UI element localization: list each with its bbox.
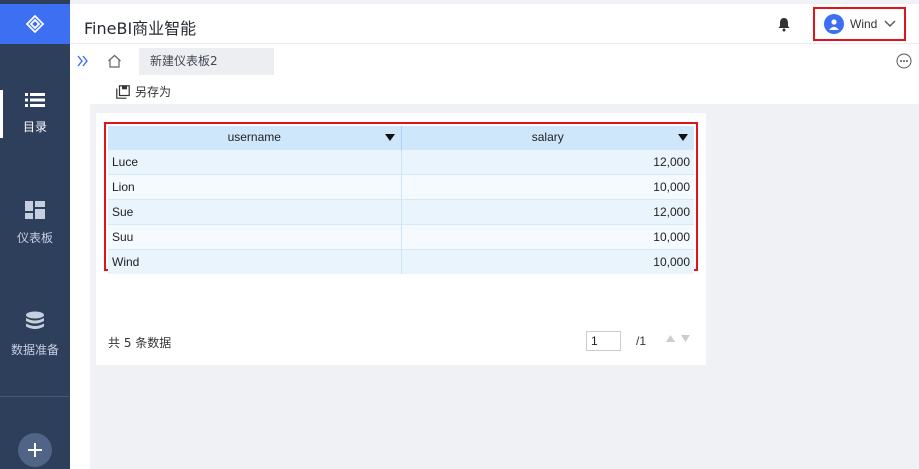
sidebar: 目录 仪表板 数据准备 [0, 0, 70, 469]
table-row: Suu 10,000 [108, 223, 694, 249]
page-number-input[interactable]: 1 [586, 331, 621, 351]
cell-salary: 10,000 [401, 173, 694, 199]
tab-dashboard[interactable]: 新建仪表板2 [139, 48, 274, 75]
column-label: salary [531, 130, 564, 145]
sidebar-item-label: 目录 [22, 120, 47, 134]
user-menu[interactable]: Wind [813, 7, 906, 41]
column-label: username [227, 130, 281, 145]
bell-icon[interactable] [777, 17, 791, 32]
sidebar-item-data-prep[interactable]: 数据准备 [0, 311, 70, 358]
sidebar-item-label: 数据准备 [10, 343, 59, 357]
chevron-down-icon [884, 20, 896, 27]
database-icon [26, 311, 44, 329]
sidebar-item-dashboard[interactable]: 仪表板 [0, 201, 70, 246]
app-title: FineBI商业智能 [84, 19, 197, 38]
previous-page-icon[interactable] [666, 335, 675, 342]
next-page-icon[interactable] [681, 335, 690, 342]
sidebar-item-catalog[interactable]: 目录 [0, 92, 70, 135]
plus-icon [28, 443, 42, 457]
cell-salary: 12,000 [401, 198, 694, 224]
sidebar-item-label: 仪表板 [16, 231, 53, 245]
app-logo[interactable] [0, 4, 70, 44]
cell-username: Sue [108, 198, 402, 224]
record-count: 共 5 条数据 [108, 336, 172, 350]
cell-username: Suu [108, 223, 402, 249]
sort-down-icon[interactable] [678, 134, 688, 141]
user-icon [829, 19, 839, 30]
expand-double-chevron-icon[interactable] [77, 55, 89, 67]
column-header-salary[interactable]: salary [401, 126, 694, 149]
collapsed-panel-strip [70, 44, 90, 469]
cell-username: Luce [108, 148, 402, 174]
user-name: Wind [850, 17, 878, 31]
table-row: Luce 12,000 [108, 148, 694, 174]
table-highlight: username salary Luce 12,000 Lion 10,000 [104, 122, 698, 274]
sidebar-divider [0, 396, 70, 397]
table-row: Wind 10,000 [108, 248, 694, 274]
page-nav [666, 335, 690, 342]
top-header: FineBI商业智能 Wind [70, 4, 919, 44]
cell-salary: 10,000 [401, 248, 694, 274]
logo-icon [25, 14, 45, 34]
tab-bar: 新建仪表板2 [90, 44, 919, 78]
add-button[interactable] [18, 433, 52, 467]
data-table: username salary Luce 12,000 Lion 10,000 [108, 126, 694, 274]
cell-salary: 12,000 [401, 148, 694, 174]
table-header-row: username salary [108, 126, 694, 149]
table-widget: username salary Luce 12,000 Lion 10,000 [96, 113, 706, 365]
cell-username: Wind [108, 248, 402, 274]
dashboard-icon [25, 201, 45, 219]
table-row: Sue 12,000 [108, 198, 694, 224]
table-row: Lion 10,000 [108, 173, 694, 199]
save-as-label: 另存为 [135, 85, 172, 99]
save-as-button[interactable]: 另存为 [116, 83, 171, 100]
avatar [824, 14, 844, 34]
cell-username: Lion [108, 173, 402, 199]
cell-salary: 10,000 [401, 223, 694, 249]
page-total: /1 [636, 334, 647, 348]
sort-down-icon[interactable] [384, 134, 395, 141]
dashboard-toolbar: 另存为 [90, 78, 919, 104]
home-icon[interactable] [107, 54, 122, 68]
more-options-icon[interactable] [896, 53, 912, 69]
save-as-icon [116, 84, 130, 99]
column-header-username[interactable]: username [108, 126, 402, 149]
list-icon [25, 93, 45, 107]
